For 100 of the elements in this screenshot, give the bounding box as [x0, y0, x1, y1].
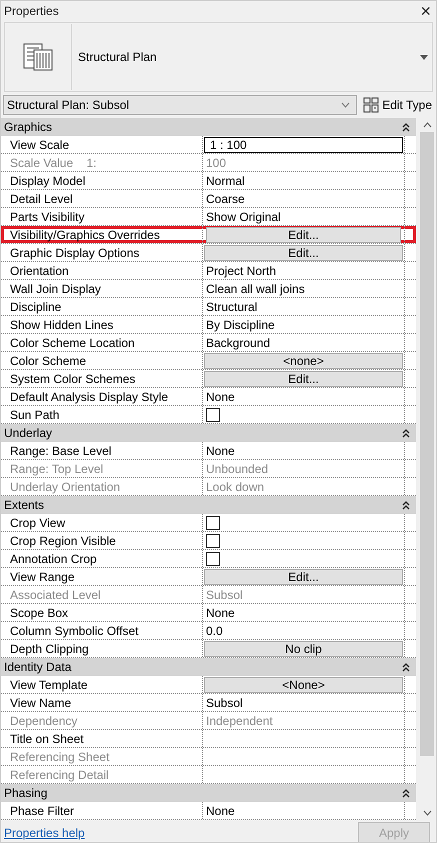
property-value: None [205, 804, 235, 818]
property-value: Subsol [205, 696, 243, 710]
group-header[interactable]: Graphics [1, 118, 416, 136]
property-row[interactable]: Visibility/Graphics Overrides Edit... [1, 226, 416, 244]
property-row[interactable]: Show Hidden Lines By Discipline [1, 316, 416, 334]
property-value: None [205, 390, 235, 404]
property-value: Look down [205, 480, 264, 494]
group-title: Underlay [4, 426, 52, 440]
property-row[interactable]: Color Scheme Location Background [1, 334, 416, 352]
property-row[interactable]: Range: Base Level None [1, 442, 416, 460]
property-name: View Name [1, 694, 203, 711]
value-button[interactable]: No clip [204, 640, 403, 656]
property-name: Scale Value 1: [1, 154, 203, 171]
instance-dropdown[interactable]: Structural Plan: Subsol [3, 95, 358, 115]
property-value: Background [205, 336, 270, 350]
property-name: Depth Clipping [1, 640, 203, 657]
group-header[interactable]: Extents [1, 496, 416, 514]
property-name: Phase Filter [1, 802, 203, 819]
property-name: Title on Sheet [1, 730, 203, 747]
property-row[interactable]: Column Symbolic Offset 0.0 [1, 622, 416, 640]
group-header[interactable]: Identity Data [1, 658, 416, 676]
property-row[interactable]: Color Scheme <none> [1, 352, 416, 370]
property-row[interactable]: Scope Box None [1, 604, 416, 622]
close-button[interactable]: × [418, 2, 433, 20]
property-row[interactable]: View Template <None> [1, 676, 416, 694]
property-name: Parts Visibility [1, 208, 203, 225]
property-row[interactable]: System Color Schemes Edit... [1, 370, 416, 388]
property-name: Annotation Crop [1, 550, 203, 567]
property-row[interactable]: Graphic Display Options Edit... [1, 244, 416, 262]
group-title: Phasing [4, 786, 48, 800]
property-name: Crop View [1, 514, 203, 531]
property-name: Dependency [1, 712, 203, 729]
property-name: Underlay Orientation [1, 478, 203, 495]
property-name: Discipline [1, 298, 203, 315]
property-name: Default Analysis Display Style [1, 388, 203, 405]
property-name: View Range [1, 568, 203, 585]
edit-type-button[interactable]: Edit Type [361, 95, 434, 115]
value-button[interactable]: <None> [204, 676, 403, 692]
property-name: Associated Level [1, 586, 203, 603]
property-row[interactable]: Display Model Normal [1, 172, 416, 190]
group-title: Graphics [4, 120, 52, 134]
value-button[interactable]: <none> [204, 352, 403, 368]
property-row[interactable]: Depth Clipping No clip [1, 640, 416, 658]
property-name: View Template [1, 676, 203, 693]
property-name: Sun Path [1, 406, 203, 423]
property-name: Visibility/Graphics Overrides [1, 226, 203, 243]
value-field[interactable]: 1 : 100 [204, 136, 403, 152]
property-row[interactable]: Sun Path [1, 406, 416, 424]
property-name: Orientation [1, 262, 203, 279]
property-row[interactable]: Annotation Crop [1, 550, 416, 568]
property-name: Color Scheme [1, 352, 203, 369]
property-value: 0.0 [205, 624, 223, 638]
value-button[interactable]: Edit... [204, 370, 403, 386]
property-row[interactable]: View Name Subsol [1, 694, 416, 712]
group-header[interactable]: Phasing [1, 784, 416, 802]
property-row[interactable]: Parts Visibility Show Original [1, 208, 416, 226]
property-row[interactable]: Crop View [1, 514, 416, 532]
property-name: Graphic Display Options [1, 244, 203, 261]
group-title: Extents [4, 498, 44, 512]
property-name: Color Scheme Location [1, 334, 203, 351]
property-name: Crop Region Visible [1, 532, 203, 549]
value-button[interactable]: Edit... [204, 568, 403, 584]
property-name: Scope Box [1, 604, 203, 621]
type-name: Structural Plan [78, 50, 158, 64]
property-row[interactable]: Wall Join Display Clean all wall joins [1, 280, 416, 298]
properties-help-link[interactable]: Properties help [4, 826, 85, 840]
property-value: Project North [205, 264, 276, 278]
property-value: Structural [205, 300, 258, 314]
value-button[interactable]: Edit... [204, 244, 403, 260]
property-name: View Scale [1, 136, 203, 153]
property-row[interactable]: Orientation Project North [1, 262, 416, 280]
property-name: Range: Base Level [1, 442, 203, 459]
property-value: Independent [205, 714, 273, 728]
property-name: Detail Level [1, 190, 203, 207]
property-name: Range: Top Level [1, 460, 203, 477]
property-row[interactable]: View Range Edit... [1, 568, 416, 586]
property-row[interactable]: Phase Filter None [1, 802, 416, 820]
property-value: Coarse [205, 192, 245, 206]
property-name: Referencing Sheet [1, 748, 203, 765]
window-title: Properties [4, 4, 59, 18]
property-row[interactable]: Discipline Structural [1, 298, 416, 316]
property-name: System Color Schemes [1, 370, 203, 387]
group-header[interactable]: Underlay [1, 424, 416, 442]
property-row[interactable]: Default Analysis Display Style None [1, 388, 416, 406]
property-row[interactable]: Crop Region Visible [1, 532, 416, 550]
property-row[interactable]: Detail Level Coarse [1, 190, 416, 208]
property-value: None [205, 444, 235, 458]
property-name: Referencing Detail [1, 766, 203, 783]
property-value: 100 [205, 156, 226, 170]
property-name: Wall Join Display [1, 280, 203, 297]
property-value: Clean all wall joins [205, 282, 305, 296]
value-button[interactable]: Edit... [206, 226, 401, 242]
group-title: Identity Data [4, 660, 72, 674]
property-value: Show Original [205, 210, 281, 224]
property-row[interactable]: View Scale 1 : 100 [1, 136, 416, 154]
property-value: By Discipline [205, 318, 275, 332]
property-row[interactable]: Title on Sheet [1, 730, 416, 748]
property-value: Unbounded [205, 462, 268, 476]
property-value: Subsol [205, 588, 243, 602]
property-name: Show Hidden Lines [1, 316, 203, 333]
